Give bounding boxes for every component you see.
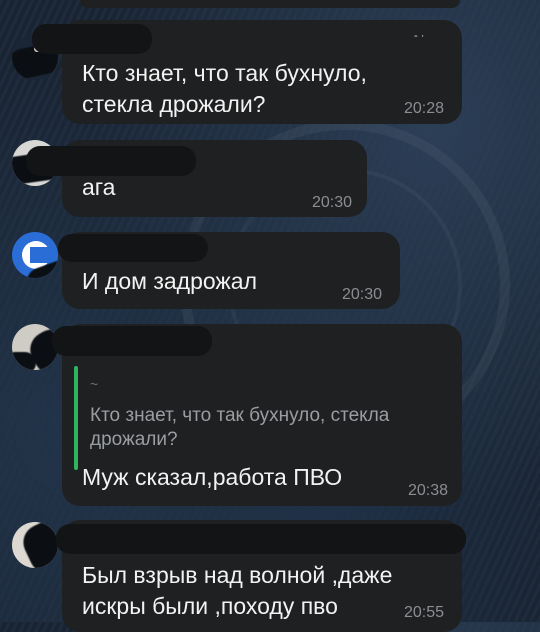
message-text: Муж сказал,работа ПВО (82, 464, 343, 490)
message-bubble[interactable]: ага 20:30 (26, 140, 367, 217)
message-bubble[interactable]: И дом задрожал 20:30 (58, 232, 400, 309)
sender-name-redacted (56, 524, 466, 554)
sender-name-redacted (52, 326, 212, 356)
avatar[interactable] (12, 522, 58, 568)
message-time: 20:38 (408, 482, 449, 499)
message-text: ага (82, 174, 116, 200)
avatar[interactable] (12, 324, 58, 370)
message-time: 20:55 (404, 604, 445, 621)
message-text: Был взрыв над волной ,даже искры были ,п… (82, 562, 393, 619)
message-text: И дом задрожал (82, 268, 258, 294)
message-time: 20:30 (312, 194, 353, 211)
sender-name-redacted (32, 24, 152, 54)
reply-author: ~ (90, 376, 99, 392)
reply-quote-text[interactable]: Кто знает, что так бухнуло, стекла дрожа… (90, 404, 389, 452)
reply-author-redacted (98, 368, 208, 384)
avatar[interactable] (12, 232, 58, 278)
sender-name-redacted (58, 234, 208, 262)
sender-name-fragment: - · (414, 30, 425, 42)
message-time: 20:28 (404, 100, 445, 117)
message-text: Кто знает, что так бухнуло, стекла дрожа… (82, 60, 367, 117)
message-bubble[interactable]: Был взрыв над волной ,даже искры были ,п… (56, 520, 466, 632)
previous-message-edge (80, 0, 460, 8)
message-bubble[interactable]: ~ Кто знает, что так бухнуло, стекла дро… (52, 324, 462, 506)
message-bubble[interactable]: - · Кто знает, что так бухнуло, стекла д… (32, 20, 462, 124)
reply-accent-bar (74, 366, 78, 470)
message-time: 20:30 (342, 286, 383, 303)
